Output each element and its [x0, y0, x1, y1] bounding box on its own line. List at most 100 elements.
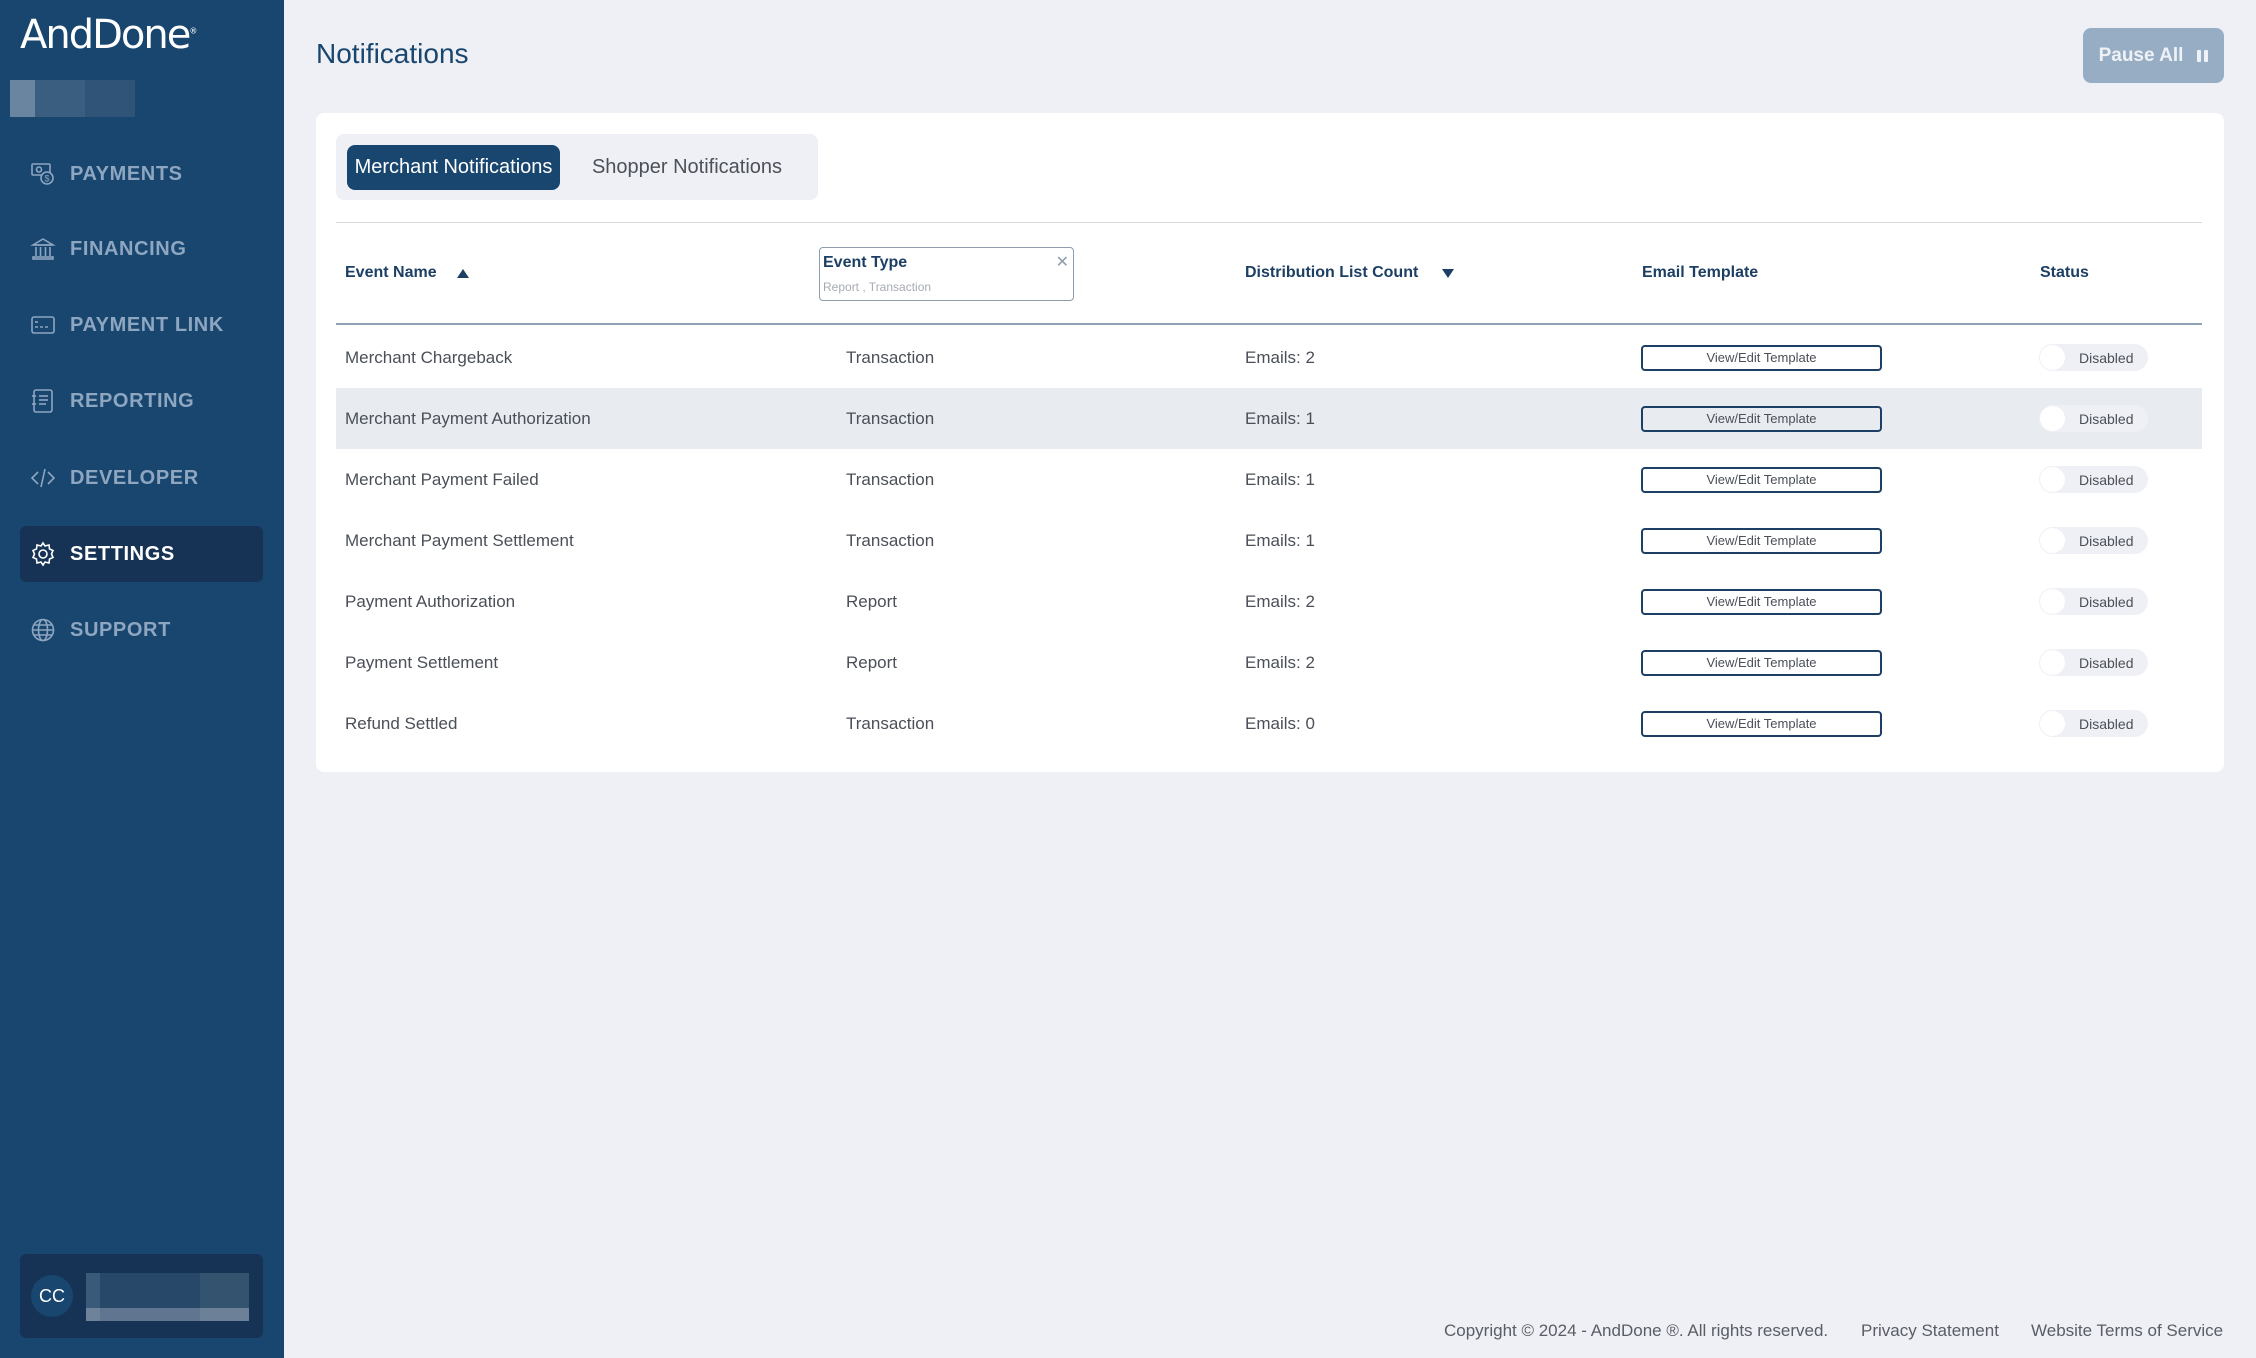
sidebar-item-label: SETTINGS: [70, 542, 175, 565]
page-title: Notifications: [316, 38, 469, 69]
toggle-knob: [2040, 345, 2065, 370]
column-header-status: Status: [2040, 223, 2089, 323]
toggle-knob: [2040, 528, 2065, 553]
bank-icon: [30, 236, 56, 262]
sidebar: AndDone® $ PAYMENTS FINANCING PAYMENT LI…: [0, 0, 284, 1358]
status-label: Disabled: [2079, 593, 2134, 610]
table-body: Merchant Chargeback Transaction Emails: …: [336, 327, 2202, 754]
table-row[interactable]: Payment Settlement Report Emails: 2 View…: [336, 632, 2202, 693]
user-menu[interactable]: CC: [20, 1254, 263, 1338]
event-name: Merchant Payment Failed: [345, 469, 539, 489]
view-edit-template-button[interactable]: View/Edit Template: [1641, 649, 1882, 676]
sidebar-item-settings[interactable]: SETTINGS: [20, 526, 263, 582]
column-label: Status: [2040, 264, 2089, 281]
table-row[interactable]: Refund Settled Transaction Emails: 0 Vie…: [336, 693, 2202, 754]
privacy-statement-link[interactable]: Privacy Statement: [1861, 1320, 1999, 1342]
status-label: Disabled: [2079, 532, 2134, 549]
notifications-card: Merchant Notifications Shopper Notificat…: [316, 113, 2224, 772]
column-header-event-name[interactable]: Event Name: [345, 223, 469, 323]
column-label: Email Template: [1642, 264, 1759, 281]
table-row[interactable]: Payment Authorization Report Emails: 2 V…: [336, 571, 2202, 632]
payments-icon: $: [30, 161, 56, 187]
event-type-filter-value: Report , Transaction: [823, 280, 932, 294]
toggle-knob: [2040, 406, 2065, 431]
notification-tabs: Merchant Notifications Shopper Notificat…: [336, 134, 818, 200]
sidebar-item-label: FINANCING: [70, 237, 187, 260]
sidebar-item-developer[interactable]: DEVELOPER: [20, 450, 263, 506]
table-row[interactable]: Merchant Chargeback Transaction Emails: …: [336, 327, 2202, 388]
tab-shopper-notifications[interactable]: Shopper Notifications: [572, 145, 802, 190]
distribution-count: Emails: 0: [1245, 713, 1315, 733]
toggle-knob: [2040, 711, 2065, 736]
redacted-user-info: [86, 1273, 249, 1321]
sort-ascending-icon: [456, 268, 469, 278]
sidebar-item-payment-link[interactable]: PAYMENT LINK: [20, 297, 263, 353]
terms-of-service-link[interactable]: Website Terms of Service: [2031, 1320, 2223, 1342]
status-label: Disabled: [2079, 715, 2134, 732]
view-edit-template-button[interactable]: View/Edit Template: [1641, 527, 1882, 554]
svg-text:$: $: [44, 174, 49, 184]
status-toggle[interactable]: Disabled: [2039, 649, 2148, 676]
sidebar-item-label: DEVELOPER: [70, 466, 199, 489]
sidebar-item-label: SUPPORT: [70, 618, 171, 641]
table-row[interactable]: Merchant Payment Failed Transaction Emai…: [336, 449, 2202, 510]
status-toggle[interactable]: Disabled: [2039, 405, 2148, 432]
status-toggle[interactable]: Disabled: [2039, 588, 2148, 615]
pause-all-button[interactable]: Pause All: [2083, 28, 2224, 83]
toggle-knob: [2040, 467, 2065, 492]
event-name: Merchant Payment Settlement: [345, 530, 574, 550]
view-edit-template-button[interactable]: View/Edit Template: [1641, 405, 1882, 432]
status-toggle[interactable]: Disabled: [2039, 466, 2148, 493]
status-label: Disabled: [2079, 471, 2134, 488]
redacted-merchant-name: [10, 80, 135, 117]
column-label: Event Name: [345, 264, 437, 281]
table-header: Event Name Distribution List Count Email…: [336, 223, 2202, 325]
view-edit-template-button[interactable]: View/Edit Template: [1641, 344, 1882, 371]
toggle-knob: [2040, 589, 2065, 614]
status-label: Disabled: [2079, 410, 2134, 427]
code-icon: [30, 465, 56, 491]
sidebar-item-label: PAYMENTS: [70, 162, 183, 185]
tab-merchant-notifications[interactable]: Merchant Notifications: [347, 145, 560, 190]
event-type-filter-label: Event Type: [823, 254, 908, 271]
column-header-distribution-list-count[interactable]: Distribution List Count: [1245, 223, 1455, 323]
view-edit-template-button[interactable]: View/Edit Template: [1641, 710, 1882, 737]
logo-registered-mark: ®: [189, 26, 198, 36]
pause-all-label: Pause All: [2098, 44, 2184, 66]
status-toggle[interactable]: Disabled: [2039, 527, 2148, 554]
clear-filter-icon[interactable]: ✕: [1056, 252, 1069, 272]
status-label: Disabled: [2079, 654, 2134, 671]
event-name: Payment Authorization: [345, 591, 516, 611]
distribution-count: Emails: 2: [1245, 652, 1315, 672]
distribution-count: Emails: 1: [1245, 530, 1315, 550]
sidebar-item-payments[interactable]: $ PAYMENTS: [20, 146, 263, 202]
event-name: Payment Settlement: [345, 652, 499, 672]
sidebar-item-support[interactable]: SUPPORT: [20, 602, 263, 658]
event-type-filter[interactable]: Event Type Report , Transaction ✕: [819, 247, 1074, 301]
event-type: Transaction: [846, 469, 935, 489]
sort-descending-icon: [1442, 268, 1455, 278]
status-toggle[interactable]: Disabled: [2039, 344, 2148, 371]
event-type: Report: [846, 591, 898, 611]
table-row[interactable]: Merchant Payment Settlement Transaction …: [336, 510, 2202, 571]
view-edit-template-button[interactable]: View/Edit Template: [1641, 466, 1882, 493]
distribution-count: Emails: 2: [1245, 591, 1315, 611]
andone-logo[interactable]: AndDone®: [20, 12, 197, 58]
status-toggle[interactable]: Disabled: [2039, 710, 2148, 737]
event-name: Refund Settled: [345, 713, 458, 733]
toggle-knob: [2040, 650, 2065, 675]
logo-text: AndDone: [20, 12, 191, 58]
event-type: Transaction: [846, 530, 935, 550]
column-header-email-template: Email Template: [1642, 223, 1758, 323]
column-label: Distribution List Count: [1245, 264, 1419, 281]
view-edit-template-button[interactable]: View/Edit Template: [1641, 588, 1882, 615]
table-row[interactable]: Merchant Payment Authorization Transacti…: [336, 388, 2202, 449]
sidebar-item-reporting[interactable]: REPORTING: [20, 373, 263, 429]
report-icon: [30, 388, 56, 414]
event-type: Transaction: [846, 713, 935, 733]
distribution-count: Emails: 1: [1245, 469, 1315, 489]
event-name: Merchant Chargeback: [345, 347, 513, 367]
sidebar-item-financing[interactable]: FINANCING: [20, 221, 263, 277]
avatar: CC: [31, 1275, 73, 1317]
event-type: Transaction: [846, 408, 935, 428]
